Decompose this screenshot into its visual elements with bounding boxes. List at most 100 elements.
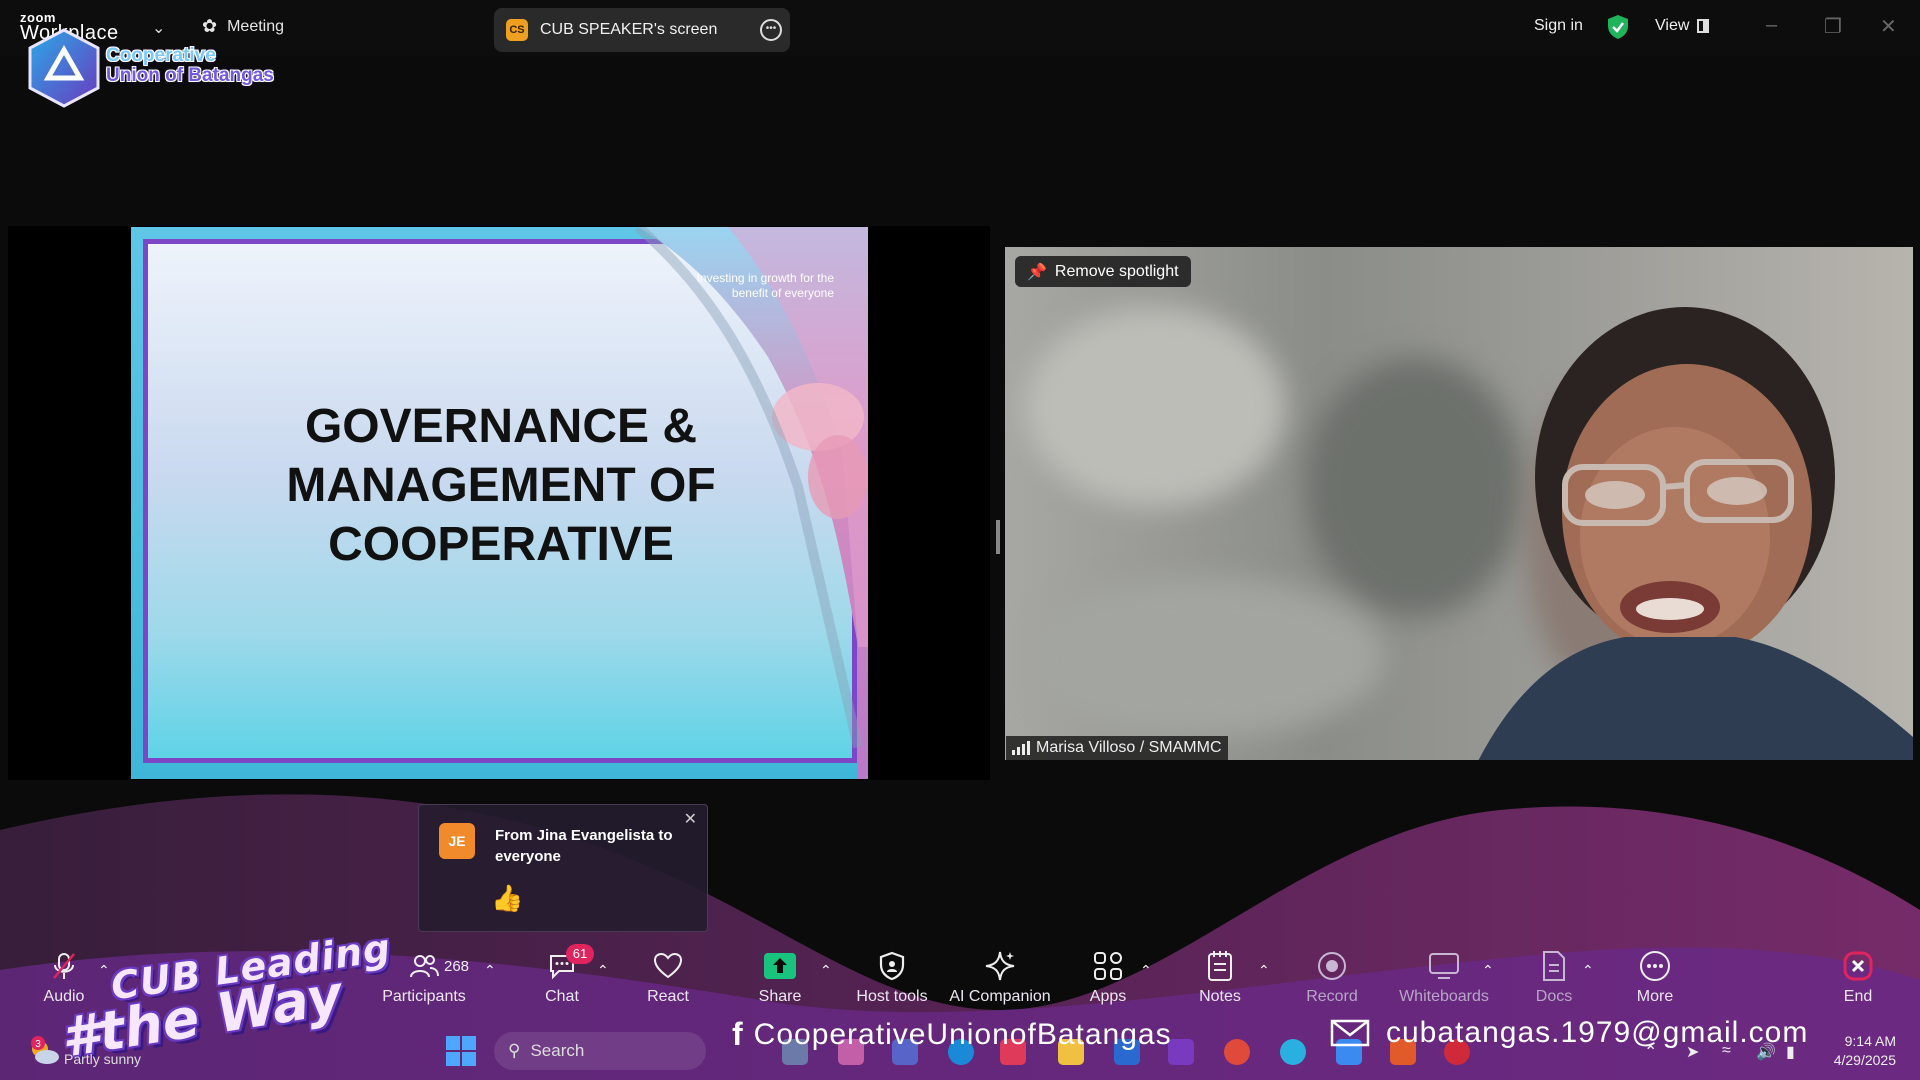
view-menu[interactable]: View [1655, 17, 1689, 35]
host-tools-shield-icon [879, 946, 905, 986]
clock-time: 9:14 AM [1844, 1033, 1896, 1049]
email-address: cubatangas.1979@gmail.com [1386, 1016, 1809, 1049]
facebook-icon: f [732, 1016, 744, 1052]
logo-line1: Cooperative [106, 45, 216, 66]
whiteboards-options-caret[interactable]: ⌃ [1482, 962, 1494, 979]
facebook-contact: f CooperativeUnionofBatangas [732, 1016, 1172, 1053]
weather-badge-count: 3 [35, 1039, 41, 1050]
chrome-icon[interactable] [1224, 1039, 1250, 1065]
docs-icon [1541, 946, 1567, 986]
cub-logo-text: Cooperative Union of Batangas [106, 46, 274, 86]
notes-options-caret[interactable]: ⌃ [1258, 962, 1270, 979]
maximize-icon[interactable]: ❐ [1824, 14, 1842, 39]
participant-video[interactable] [1005, 247, 1913, 760]
windows-start-icon[interactable] [446, 1036, 476, 1066]
chat-notification[interactable]: JE From Jina Evangelista to everyone ✕ 👍 [418, 804, 708, 932]
whiteboards-button[interactable]: Whiteboards [1394, 946, 1494, 1006]
taskbar-app-icon[interactable] [1168, 1039, 1194, 1065]
share-options-caret[interactable]: ⌃ [820, 962, 832, 979]
chat-options-caret[interactable]: ⌃ [597, 962, 609, 979]
remove-spotlight-button[interactable]: 📌 Remove spotlight [1015, 256, 1191, 287]
apps-label: Apps [1089, 988, 1127, 1005]
record-label: Record [1306, 988, 1358, 1005]
clock-date: 4/29/2025 [1833, 1052, 1896, 1068]
host-tools-label: Host tools [856, 988, 928, 1005]
close-notification-icon[interactable]: ✕ [684, 809, 697, 829]
chat-label: Chat [545, 988, 579, 1005]
chevron-down-icon[interactable]: ⌄ [152, 18, 165, 38]
weather-text: Partly sunny [64, 1051, 142, 1067]
video-bg-shape [1025, 307, 1285, 507]
more-options-icon[interactable]: ••• [760, 19, 782, 41]
share-screen-icon [764, 946, 796, 986]
ai-companion-label: AI Companion [949, 988, 1051, 1005]
apps-grid-icon [1093, 946, 1123, 986]
search-icon: ⚲ [508, 1041, 521, 1060]
docs-options-caret[interactable]: ⌃ [1582, 962, 1594, 979]
cub-logo-icon [28, 28, 100, 108]
envelope-icon [1330, 1019, 1370, 1047]
email-contact: cubatangas.1979@gmail.com [1330, 1016, 1808, 1050]
end-meeting-button[interactable]: End [1808, 946, 1908, 1006]
chat-unread-badge: 61 [566, 944, 594, 964]
end-x-icon [1843, 946, 1873, 986]
heart-icon [653, 946, 683, 986]
security-shield-icon[interactable] [1606, 14, 1630, 40]
more-dots-icon [1639, 946, 1671, 986]
react-button[interactable]: React [618, 946, 718, 1006]
notification-text: From Jina Evangelista to everyone [495, 827, 673, 865]
search-placeholder: Search [530, 1041, 585, 1060]
share-label: Share [758, 988, 802, 1005]
zoom-meeting-window: zoom Workplace ⌄ ✿ Meeting CS CUB SPEAKE… [0, 0, 1920, 1080]
chrome-profile-icon[interactable] [1280, 1039, 1306, 1065]
apps-options-caret[interactable]: ⌃ [1140, 962, 1152, 979]
notes-button[interactable]: Notes [1170, 946, 1270, 1006]
taskbar-clock[interactable]: 9:14 AM 4/29/2025 [1820, 1032, 1896, 1070]
facebook-handle: CooperativeUnionofBatangas [753, 1017, 1172, 1051]
participant-name: Marisa Villoso / SMAMMC [1036, 739, 1222, 756]
whiteboard-icon [1428, 946, 1460, 986]
record-icon [1317, 946, 1347, 986]
end-label: End [1843, 988, 1873, 1005]
remove-spotlight-label: Remove spotlight [1054, 262, 1179, 280]
ai-companion-button[interactable]: AI Companion [949, 946, 1051, 1006]
meeting-paw-icon: ✿ [202, 16, 218, 36]
minimize-icon[interactable]: – [1766, 14, 1777, 37]
whiteboards-label: Whiteboards [1399, 988, 1489, 1005]
participants-options-caret[interactable]: ⌃ [484, 962, 496, 979]
split-resize-handle[interactable] [996, 520, 1000, 554]
pin-icon: 📌 [1027, 263, 1047, 281]
meeting-tab[interactable]: ✿ Meeting [202, 16, 284, 37]
record-button[interactable]: Record [1282, 946, 1382, 1006]
video-bg-shape [1025, 577, 1385, 737]
share-button[interactable]: Share [730, 946, 830, 1006]
view-layout-icon[interactable] [1697, 19, 1709, 33]
slide-title: GOVERNANCE & MANAGEMENT OF COOPERATIVE [286, 400, 716, 571]
logo-line2: Union of Batangas [106, 65, 274, 86]
taskbar-search-box[interactable]: ⚲ Search [494, 1032, 706, 1070]
participants-icon [409, 946, 439, 986]
screen-sharer-avatar: CS [506, 19, 528, 41]
title-bar: zoom Workplace ⌄ ✿ Meeting CS CUB SPEAKE… [0, 0, 1920, 56]
docs-label: Docs [1535, 988, 1573, 1005]
notes-label: Notes [1199, 988, 1241, 1005]
ai-sparkle-icon [984, 946, 1016, 986]
screen-sharer-label: CUB SPEAKER's screen [540, 21, 718, 38]
meeting-label: Meeting [227, 17, 285, 35]
participants-count: 268 [444, 958, 470, 975]
participant-name-tag: Marisa Villoso / SMAMMC [1006, 736, 1228, 760]
more-label: More [1636, 988, 1674, 1005]
slide-tagline: Investing in growth for the benefit of e… [696, 271, 834, 300]
sign-in-link[interactable]: Sign in [1534, 17, 1583, 35]
signal-strength-icon [1012, 741, 1030, 755]
react-label: React [647, 988, 689, 1005]
close-icon[interactable]: ✕ [1880, 14, 1897, 39]
shared-screen-indicator[interactable]: CS CUB SPEAKER's screen ••• [494, 8, 790, 52]
notes-icon [1207, 946, 1233, 986]
muted-mic-icon [48, 946, 80, 986]
sender-avatar: JE [439, 823, 475, 859]
partly-sunny-weather-icon[interactable]: 3 [26, 1033, 62, 1069]
thumbs-up-message: 👍 [491, 883, 524, 913]
host-tools-button[interactable]: Host tools [842, 946, 942, 1006]
more-button[interactable]: More [1605, 946, 1705, 1006]
